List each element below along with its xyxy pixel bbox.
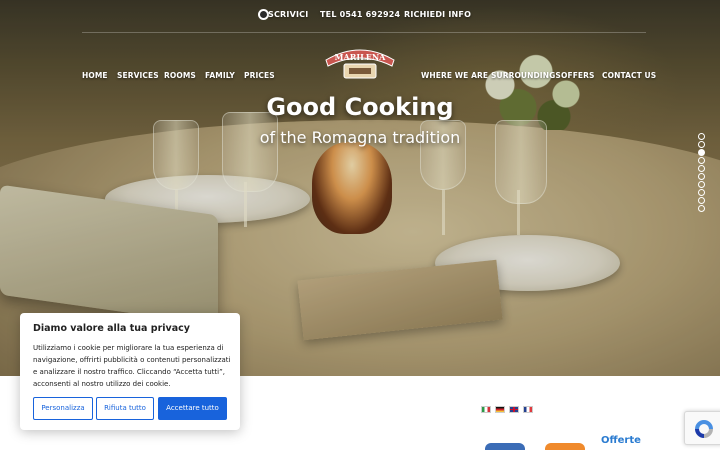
- offers-heading[interactable]: Offerte: [601, 435, 641, 446]
- cookie-title: Diamo valore alla tua privacy: [33, 323, 190, 334]
- nav-where-we-are[interactable]: WHERE WE ARE: [421, 70, 488, 82]
- top-bar: SCRIVICI TEL 0541 692924 RICHIEDI INFO: [0, 8, 720, 22]
- blue-button[interactable]: [485, 443, 525, 450]
- slider-dot[interactable]: [698, 189, 705, 196]
- slider-dot[interactable]: [698, 149, 705, 156]
- hotel-logo[interactable]: MARILENA: [322, 44, 398, 84]
- slider-dot[interactable]: [698, 173, 705, 180]
- nav-rooms[interactable]: ROOMS: [164, 70, 196, 82]
- slider-dot[interactable]: [698, 197, 705, 204]
- slider-dot[interactable]: [698, 133, 705, 140]
- nav-prices[interactable]: PRICES: [244, 70, 275, 82]
- recaptcha-icon: [695, 420, 713, 438]
- page: SCRIVICI TEL 0541 692924 RICHIEDI INFO M…: [0, 0, 720, 450]
- cookie-accept-button[interactable]: Accettare tutto: [158, 397, 227, 420]
- cookie-consent-banner: Diamo valore alla tua privacy Utilizziam…: [20, 313, 240, 430]
- slider-dot[interactable]: [698, 205, 705, 212]
- nav-surroundings[interactable]: SURROUNDINGS: [491, 70, 561, 82]
- hero-title: Good Cooking: [266, 93, 454, 121]
- flag-fr-icon[interactable]: [523, 406, 533, 413]
- nav-services[interactable]: SERVICES: [117, 70, 159, 82]
- whatsapp-link[interactable]: SCRIVICI: [268, 8, 308, 22]
- nav-contact-us[interactable]: CONTACT US: [602, 70, 656, 82]
- logo-text: MARILENA: [335, 52, 386, 62]
- request-info-link[interactable]: RICHIEDI INFO: [404, 8, 471, 22]
- phone-link[interactable]: TEL 0541 692924: [320, 8, 400, 22]
- nav-home[interactable]: HOME: [82, 70, 108, 82]
- cookie-reject-button[interactable]: Rifiuta tutto: [96, 397, 154, 420]
- flag-en-icon[interactable]: [509, 406, 519, 413]
- slider-dot[interactable]: [698, 181, 705, 188]
- nav-family[interactable]: FAMILY: [205, 70, 235, 82]
- flag-it-icon[interactable]: [481, 406, 491, 413]
- nav-offers[interactable]: OFFERS: [561, 70, 595, 82]
- slider-dot[interactable]: [698, 157, 705, 164]
- logo-icon: MARILENA: [325, 49, 395, 79]
- orange-button[interactable]: [545, 443, 585, 450]
- flag-de-icon[interactable]: [495, 406, 505, 413]
- slider-dot[interactable]: [698, 165, 705, 172]
- hero-subtitle: of the Romagna tradition: [259, 128, 461, 147]
- top-divider: [82, 32, 646, 33]
- cookie-text: Utilizziamo i cookie per migliorare la t…: [33, 344, 231, 388]
- cookie-customize-button[interactable]: Personalizza: [33, 397, 93, 420]
- slider-dot[interactable]: [698, 141, 705, 148]
- recaptcha-badge[interactable]: [684, 411, 720, 445]
